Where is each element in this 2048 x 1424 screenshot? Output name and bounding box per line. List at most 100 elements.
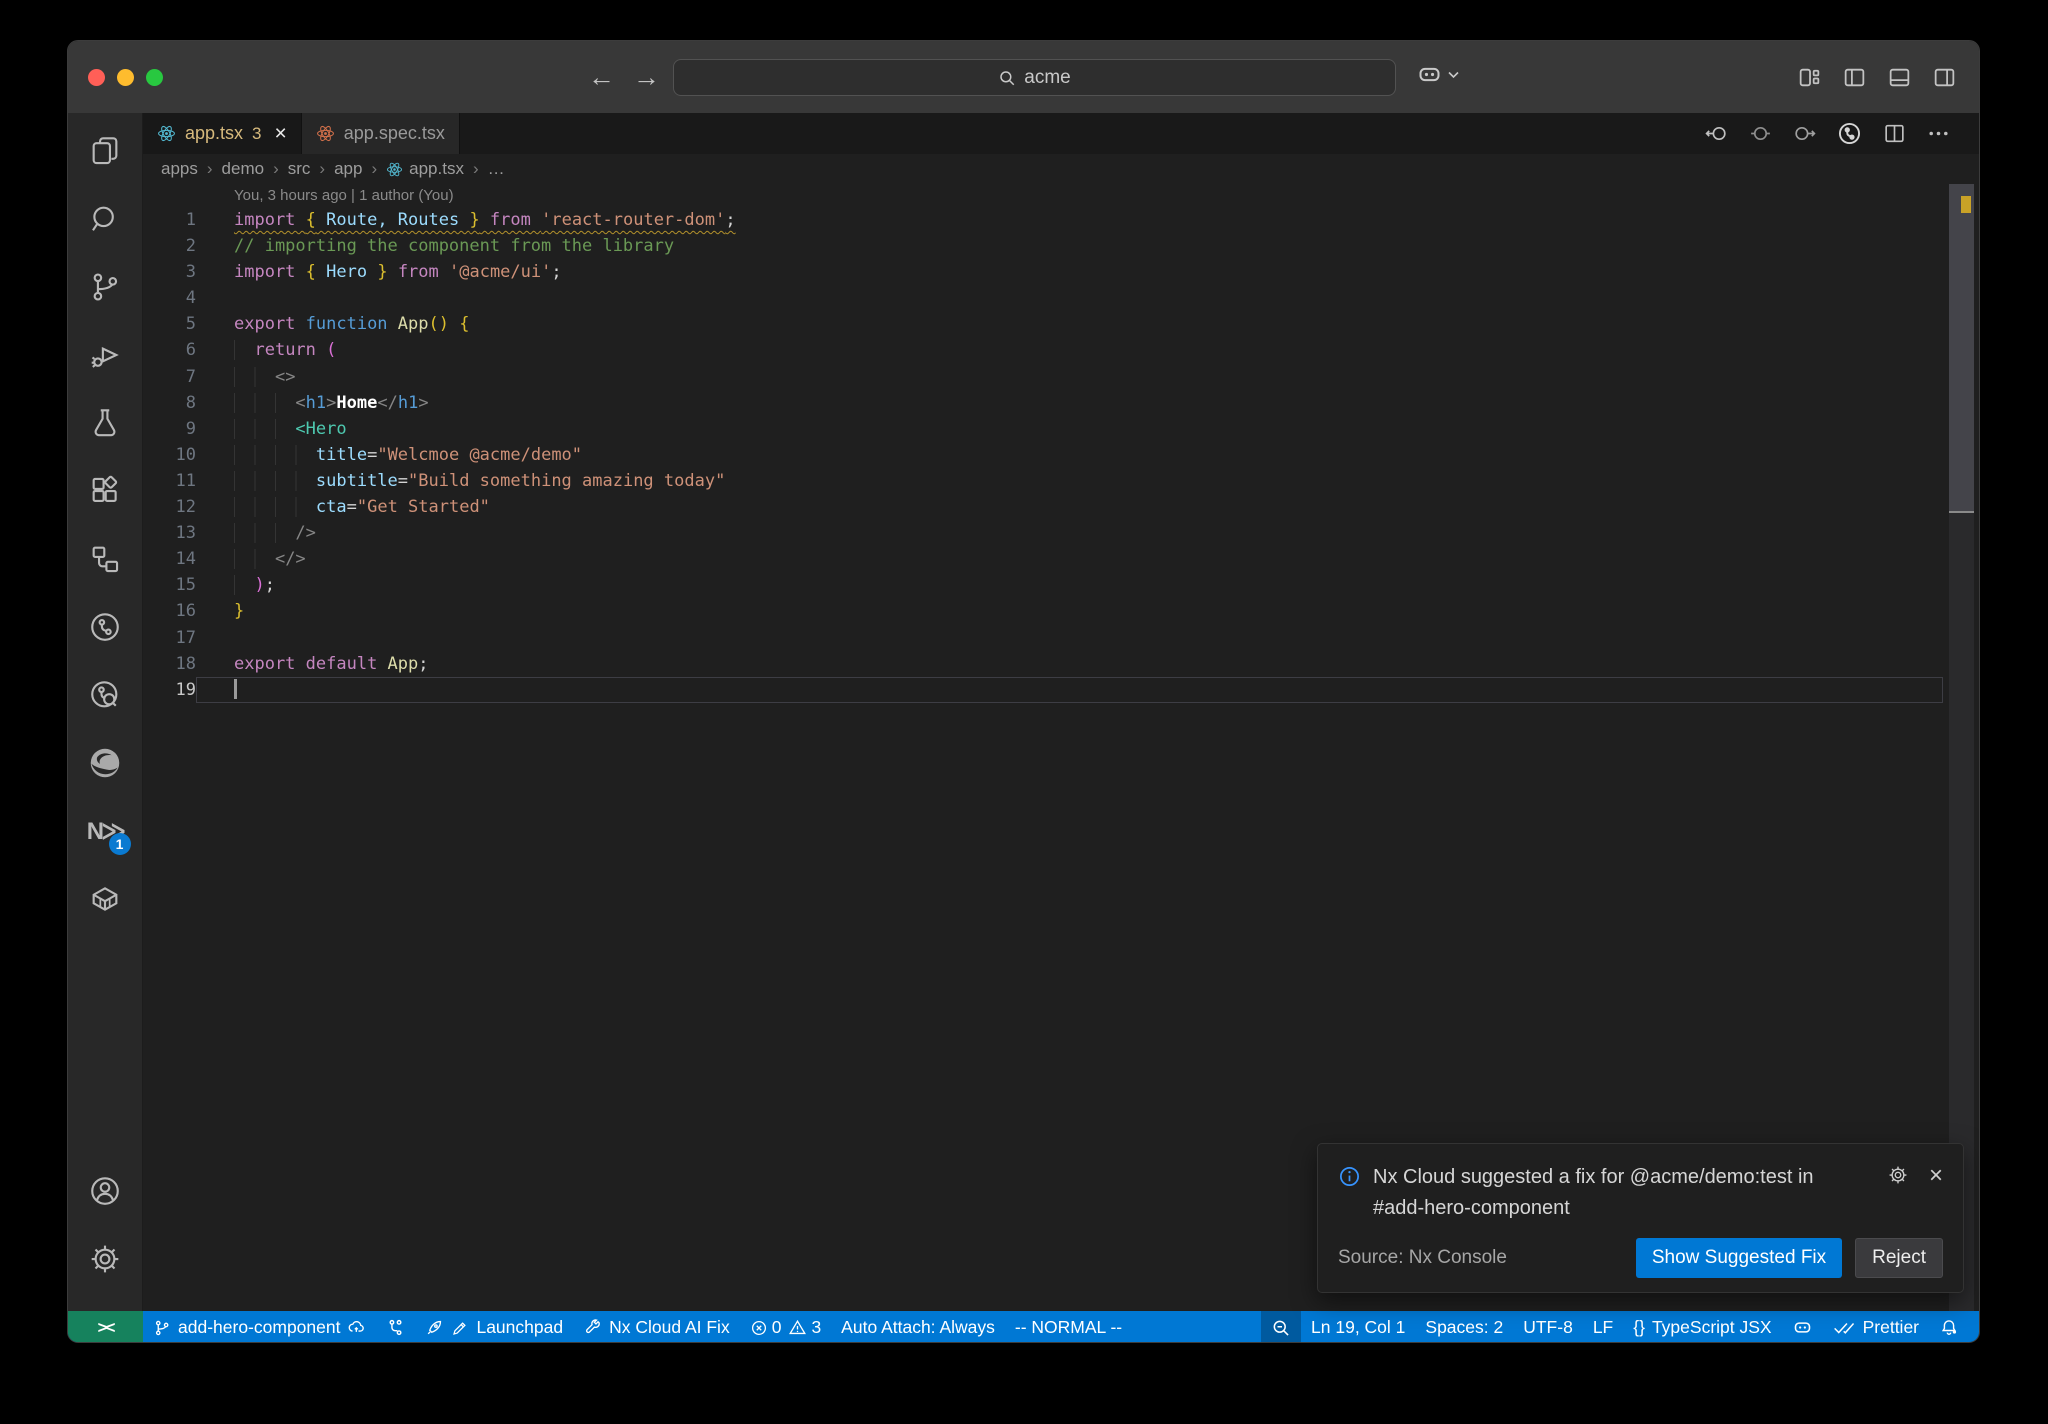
minimize-window-button[interactable]	[117, 69, 134, 86]
line-content[interactable]: export function App() {	[196, 311, 1943, 337]
code-line-11[interactable]: 11 subtitle="Build something amazing tod…	[143, 468, 1979, 494]
code-line-14[interactable]: 14 </>	[143, 546, 1979, 572]
zoom-window-button[interactable]	[146, 69, 163, 86]
code-line-3[interactable]: 3 import { Hero } from '@acme/ui';	[143, 259, 1979, 285]
code-line-5[interactable]: 5 export function App() {	[143, 311, 1979, 337]
code-line-19[interactable]: 19	[143, 677, 1979, 703]
code-line-8[interactable]: 8 <h1>Home</h1>	[143, 390, 1979, 416]
close-window-button[interactable]	[88, 69, 105, 86]
line-number[interactable]: 17	[143, 625, 196, 651]
code-line-10[interactable]: 10 title="Welcmoe @acme/demo"	[143, 442, 1979, 468]
line-content[interactable]	[196, 625, 1943, 651]
encoding-item[interactable]: UTF-8	[1513, 1311, 1583, 1342]
line-number[interactable]: 4	[143, 285, 196, 311]
language-mode-item[interactable]: {} TypeScript JSX	[1623, 1311, 1781, 1342]
show-suggested-fix-button[interactable]: Show Suggested Fix	[1635, 1238, 1843, 1278]
line-number[interactable]: 3	[143, 259, 196, 285]
reject-button[interactable]: Reject	[1855, 1238, 1943, 1278]
vim-mode-item[interactable]: -- NORMAL --	[1005, 1311, 1132, 1342]
code-editor[interactable]: You, 3 hours ago | 1 author (You) 1 impor…	[143, 184, 1979, 1311]
navigate-forward-icon[interactable]	[1790, 119, 1819, 148]
problems-item[interactable]: 0 3	[740, 1311, 831, 1342]
line-content[interactable]	[196, 285, 1943, 311]
editor-scrollbar[interactable]	[1949, 184, 1974, 1311]
nx-cloud-fix-item[interactable]: Nx Cloud AI Fix	[573, 1311, 740, 1342]
git-blame-annotation[interactable]: You, 3 hours ago | 1 author (You)	[143, 184, 1979, 207]
line-number[interactable]: 8	[143, 390, 196, 416]
notification-close-icon[interactable]: ×	[1929, 1164, 1943, 1188]
line-content[interactable]: <>	[196, 364, 1943, 390]
line-content[interactable]: cta="Get Started"	[196, 494, 1943, 520]
more-actions-icon[interactable]	[1924, 119, 1953, 148]
zoom-indicator-item[interactable]	[1261, 1311, 1302, 1342]
tab-app-spec-tsx[interactable]: app.spec.tsx	[301, 113, 460, 154]
breadcrumb-item[interactable]: demo	[222, 159, 265, 179]
line-content[interactable]: );	[196, 572, 1943, 598]
sidebar-item-containers[interactable]	[68, 865, 143, 933]
code-line-2[interactable]: 2// importing the component from the lib…	[143, 233, 1979, 259]
code-line-16[interactable]: 16}	[143, 598, 1979, 624]
sidebar-item-commit-search[interactable]	[68, 661, 143, 729]
line-number[interactable]: 12	[143, 494, 196, 520]
line-number[interactable]: 15	[143, 572, 196, 598]
current-location-icon[interactable]	[1746, 119, 1775, 148]
line-number[interactable]: 1	[143, 207, 196, 233]
navigate-back-icon[interactable]	[1702, 119, 1731, 148]
code-line-1[interactable]: 1 import { Route, Routes } from 'react-ro…	[143, 207, 1979, 233]
sidebar-item-extensions[interactable]	[68, 457, 143, 525]
line-number[interactable]: 14	[143, 546, 196, 572]
close-tab-icon[interactable]: ×	[275, 123, 287, 144]
line-number[interactable]: 6	[143, 337, 196, 363]
git-branch-item[interactable]: add-hero-component	[143, 1311, 376, 1342]
line-number[interactable]: 2	[143, 233, 196, 259]
copilot-menu-button[interactable]	[1416, 61, 1459, 88]
launchpad-item[interactable]: Launchpad	[415, 1311, 573, 1342]
line-number[interactable]: 19	[143, 677, 196, 703]
auto-attach-item[interactable]: Auto Attach: Always	[831, 1311, 1005, 1342]
line-number[interactable]: 13	[143, 520, 196, 546]
scrollbar-thumb[interactable]	[1949, 184, 1974, 513]
code-line-12[interactable]: 12 cta="Get Started"	[143, 494, 1979, 520]
sidebar-item-source-control-graph[interactable]	[68, 593, 143, 661]
line-content[interactable]: <Hero	[196, 416, 1943, 442]
sidebar-item-testing[interactable]	[68, 389, 143, 457]
prettier-item[interactable]: Prettier	[1823, 1311, 1929, 1342]
settings-button[interactable]	[68, 1225, 143, 1293]
code-line-6[interactable]: 6 return (	[143, 337, 1979, 363]
line-content[interactable]: // importing the component from the libr…	[196, 233, 1943, 259]
code-line-18[interactable]: 18 export default App;	[143, 651, 1979, 677]
line-content[interactable]: </>	[196, 546, 1943, 572]
breadcrumb-item[interactable]: app	[334, 159, 362, 179]
line-number[interactable]: 10	[143, 442, 196, 468]
navigate-forward-button[interactable]: →	[633, 62, 660, 93]
sidebar-item-nx-console[interactable]: N≫ 1	[68, 797, 143, 865]
line-content[interactable]	[196, 677, 1943, 703]
sidebar-item-project-structure[interactable]	[68, 525, 143, 593]
source-control-graph-item[interactable]	[376, 1311, 415, 1342]
tab-app-tsx[interactable]: app.tsx 3 ×	[143, 113, 302, 154]
breadcrumb-item[interactable]: apps	[161, 159, 198, 179]
navigate-back-button[interactable]: ←	[588, 62, 615, 93]
line-number[interactable]: 9	[143, 416, 196, 442]
line-number[interactable]: 16	[143, 598, 196, 624]
sidebar-item-search[interactable]	[68, 185, 143, 253]
eol-item[interactable]: LF	[1583, 1311, 1623, 1342]
sidebar-item-source-control[interactable]	[68, 253, 143, 321]
line-content[interactable]: import { Hero } from '@acme/ui';	[196, 259, 1943, 285]
breadcrumb-item-file[interactable]: app.tsx	[386, 159, 464, 179]
notifications-bell-item[interactable]	[1929, 1311, 1969, 1342]
line-content[interactable]: return (	[196, 337, 1943, 363]
toggle-primary-sidebar-icon[interactable]	[1840, 63, 1869, 92]
toggle-secondary-sidebar-icon[interactable]	[1930, 63, 1959, 92]
breadcrumb-item[interactable]: …	[488, 159, 505, 179]
accounts-button[interactable]	[68, 1157, 143, 1225]
copilot-status-item[interactable]	[1782, 1311, 1823, 1342]
line-number[interactable]: 18	[143, 651, 196, 677]
line-content[interactable]: }	[196, 598, 1943, 624]
sidebar-item-edge-browser[interactable]	[68, 729, 143, 797]
line-content[interactable]: import { Route, Routes } from 'react-rou…	[196, 207, 1943, 233]
indentation-item[interactable]: Spaces: 2	[1415, 1311, 1513, 1342]
line-content[interactable]: />	[196, 520, 1943, 546]
line-content[interactable]: export default App;	[196, 651, 1943, 677]
line-number[interactable]: 5	[143, 311, 196, 337]
